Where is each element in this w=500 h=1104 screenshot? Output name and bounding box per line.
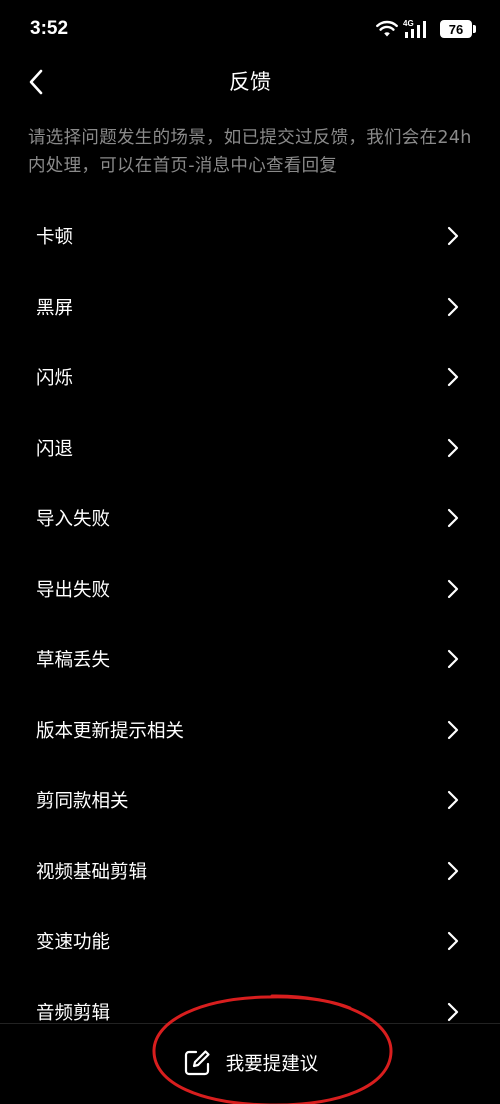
chevron-right-icon [447,579,459,598]
list-item-flicker[interactable]: 闪烁 [0,342,500,413]
list-item-label: 变速功能 [36,932,111,954]
list-item-import-failed[interactable]: 导入失败 [0,483,500,554]
list-item-template[interactable]: 剪同款相关 [0,765,500,836]
list-item-draft-lost[interactable]: 草稿丢失 [0,624,500,695]
list-item-label: 视频基础剪辑 [36,861,148,883]
list-item-label: 导入失败 [36,509,111,531]
list-item-stutter[interactable]: 卡顿 [0,201,500,272]
description-text: 请选择问题发生的场景，如已提交过反馈，我们会在24h内处理，可以在首页-消息中心… [28,128,472,176]
chevron-right-icon [447,650,459,669]
suggest-button[interactable]: 我要提建议 [0,1045,500,1081]
list-item-label: 黑屏 [36,297,74,319]
wifi-icon [376,20,398,38]
network-type: 4G [403,19,414,28]
list-item-crash[interactable]: 闪退 [0,413,500,484]
list-item-basic-editing[interactable]: 视频基础剪辑 [0,836,500,907]
list-item-label: 闪烁 [36,368,74,390]
list-item-export-failed[interactable]: 导出失败 [0,554,500,625]
chevron-right-icon [447,227,459,246]
header: 反馈 [0,58,500,108]
page-title: 反馈 [229,70,271,94]
list-item-label: 版本更新提示相关 [36,720,185,742]
chevron-right-icon [447,791,459,810]
list-item-label: 草稿丢失 [36,650,111,672]
status-time: 3:52 [30,18,69,39]
list-item-speed[interactable]: 变速功能 [0,906,500,977]
chevron-right-icon [447,509,459,528]
list-item-label: 闪退 [36,438,74,460]
battery-level: 76 [448,21,464,37]
chevron-right-icon [447,1002,459,1021]
list-item-update-prompt[interactable]: 版本更新提示相关 [0,695,500,766]
list-item-label: 卡顿 [36,227,74,249]
list-item-label: 剪同款相关 [36,791,129,813]
chevron-right-icon [447,297,459,316]
list-item-black-screen[interactable]: 黑屏 [0,272,500,343]
feedback-category-list: 卡顿 黑屏 闪烁 闪退 导入失败 导出失败 草稿丢失 版本更新提示相关 剪同款相… [0,201,500,1047]
suggest-label: 我要提建议 [225,1054,319,1075]
chevron-right-icon [447,932,459,951]
chevron-right-icon [447,368,459,387]
list-item-label: 音频剪辑 [36,1002,111,1024]
battery-indicator: 76 [440,20,476,38]
list-item-label: 导出失败 [36,579,111,601]
bottom-bar: 我要提建议 [0,1023,500,1104]
status-bar: 3:52 4G 76 [0,0,500,58]
chevron-right-icon [447,720,459,739]
chevron-right-icon [447,861,459,880]
chevron-right-icon [447,438,459,457]
signal-icon: 4G [403,18,429,40]
status-icons: 4G 76 [376,17,476,41]
edit-icon [184,1050,210,1076]
